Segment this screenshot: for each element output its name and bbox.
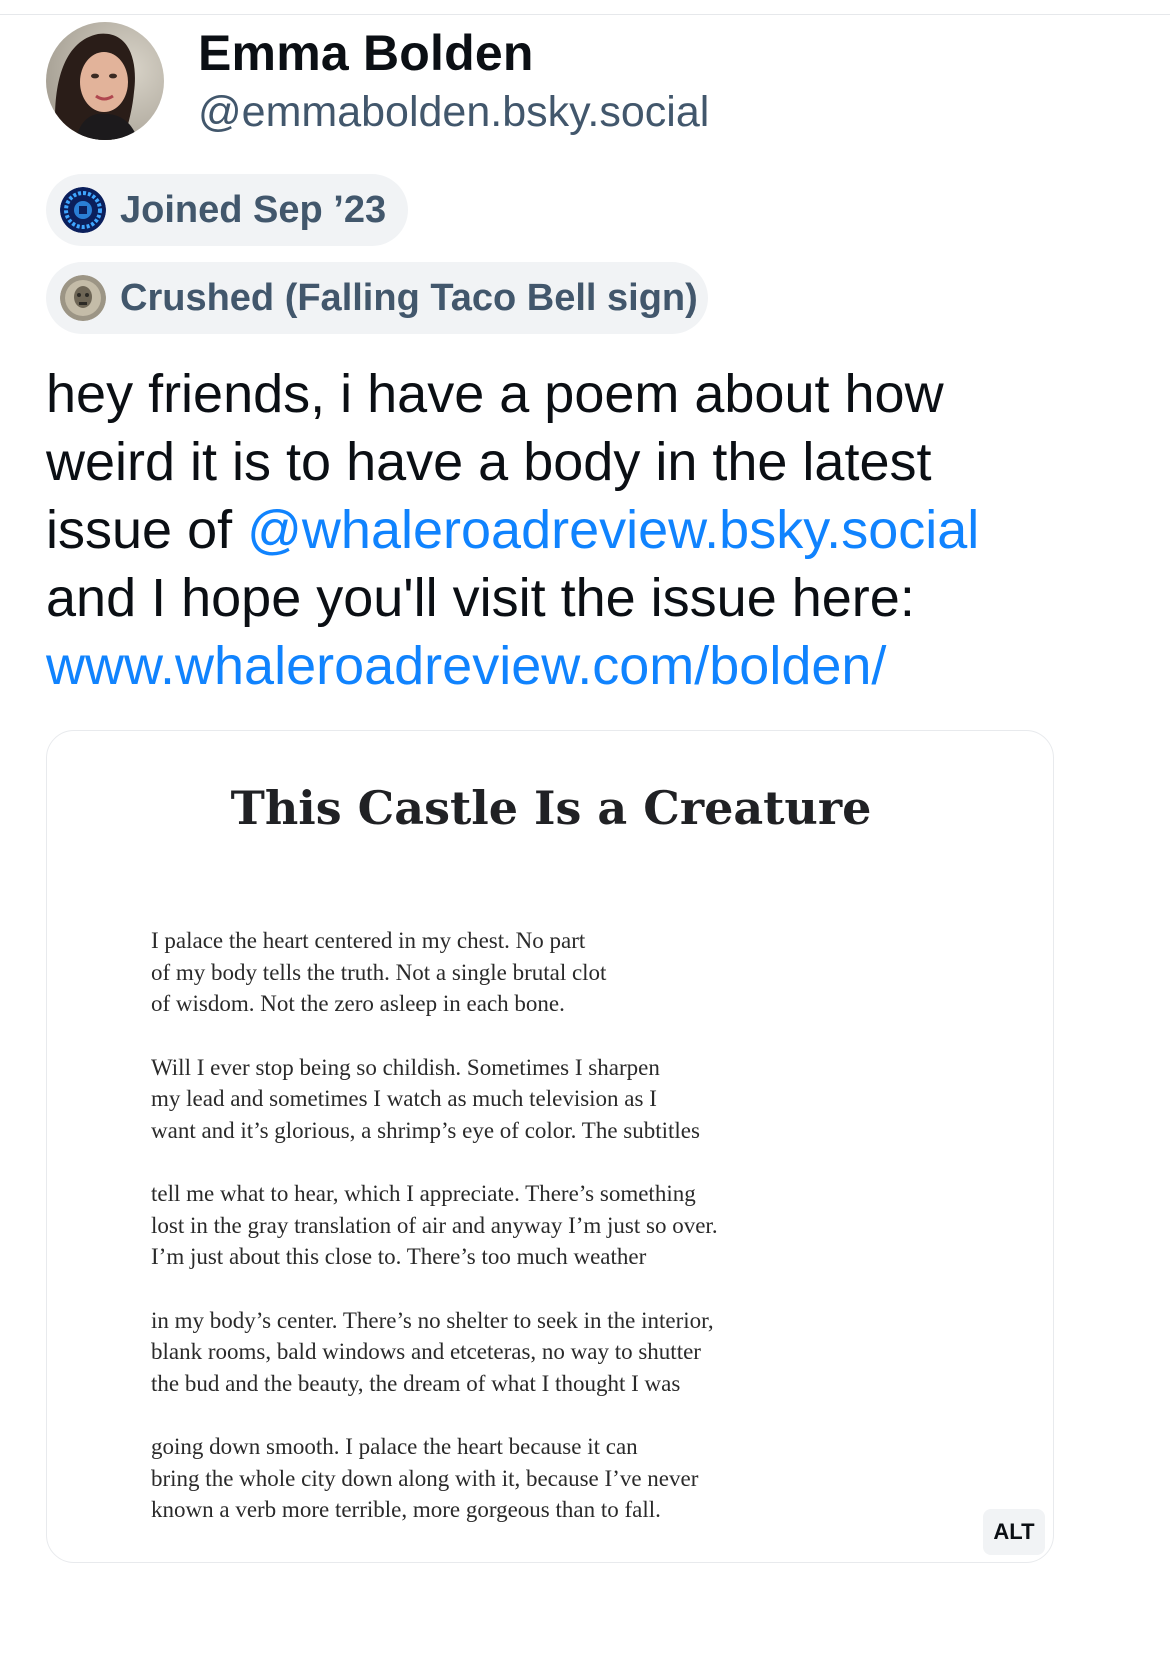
poem-title: This Castle Is a Creature bbox=[230, 781, 872, 835]
mention-link[interactable]: @whaleroadreview.bsky.social bbox=[247, 500, 979, 560]
globe-badge-icon bbox=[60, 187, 106, 233]
poem-line: my lead and sometimes I watch as much te… bbox=[151, 1086, 657, 1111]
avatar[interactable] bbox=[46, 22, 164, 140]
url-link[interactable]: www.whaleroadreview.com/bolden/ bbox=[46, 632, 1136, 700]
alt-text-button[interactable]: ALT bbox=[983, 1509, 1045, 1555]
poem-stanza: tell me what to hear, which I appreciate… bbox=[151, 1178, 718, 1273]
poem-stanza: in my body’s center. There’s no shelter … bbox=[151, 1305, 718, 1400]
post-line-prefix: issue of bbox=[46, 500, 248, 560]
poem-line: the bud and the beauty, the dream of wha… bbox=[151, 1370, 681, 1396]
post-line: weird it is to have a body in the latest bbox=[46, 432, 932, 492]
poem-line: tell me what to hear, which I appreciate… bbox=[151, 1181, 696, 1206]
poem-line: bring the whole city down along with it,… bbox=[151, 1465, 699, 1491]
post-line: issue of @whaleroadreview.bsky.social bbox=[46, 496, 1136, 564]
poem-line: blank rooms, bald windows and etceteras,… bbox=[151, 1339, 701, 1364]
joined-label: Joined Sep ’23 bbox=[120, 188, 387, 231]
poem-text: I palace the heart centered in my chest.… bbox=[151, 925, 718, 1558]
poem-stanza: going down smooth. I palace the heart be… bbox=[151, 1431, 718, 1526]
coin-medallion-icon bbox=[60, 275, 106, 321]
top-divider bbox=[0, 14, 1170, 15]
poem-line: I’m just about this close to. There’s to… bbox=[151, 1244, 647, 1269]
post-line: and I hope you'll visit the issue here: bbox=[46, 568, 915, 628]
poem-stanza: Will I ever stop being so childish. Some… bbox=[151, 1052, 718, 1147]
poem-line: known a verb more terrible, more gorgeou… bbox=[151, 1497, 661, 1522]
post-body: hey friends, i have a poem about how wei… bbox=[46, 360, 1136, 700]
post-line: hey friends, i have a poem about how bbox=[46, 364, 944, 424]
joined-pill: Joined Sep ’23 bbox=[46, 174, 408, 246]
poem-line: going down smooth. I palace the heart be… bbox=[151, 1434, 638, 1459]
poem-line: Will I ever stop being so childish. Some… bbox=[151, 1054, 660, 1080]
author-display-name[interactable]: Emma Bolden bbox=[198, 24, 534, 82]
author-handle[interactable]: @emmabolden.bsky.social bbox=[198, 88, 709, 137]
profile-badge-pill[interactable]: Crushed (Falling Taco Bell sign) bbox=[46, 262, 708, 334]
poem-line: of my body tells the truth. Not a single… bbox=[151, 959, 607, 985]
poem-line: I palace the heart centered in my chest.… bbox=[151, 928, 586, 953]
image-embed[interactable]: This Castle Is a Creature I palace the h… bbox=[46, 730, 1054, 1563]
poem-line: of wisdom. Not the zero asleep in each b… bbox=[151, 991, 565, 1016]
poem-stanza: I palace the heart centered in my chest.… bbox=[151, 925, 718, 1020]
poem-line: lost in the gray translation of air and … bbox=[151, 1212, 718, 1238]
profile-badge-label: Crushed (Falling Taco Bell sign) bbox=[120, 276, 698, 319]
poem-line: in my body’s center. There’s no shelter … bbox=[151, 1307, 714, 1333]
poem-line: want and it’s glorious, a shrimp’s eye o… bbox=[151, 1117, 700, 1143]
